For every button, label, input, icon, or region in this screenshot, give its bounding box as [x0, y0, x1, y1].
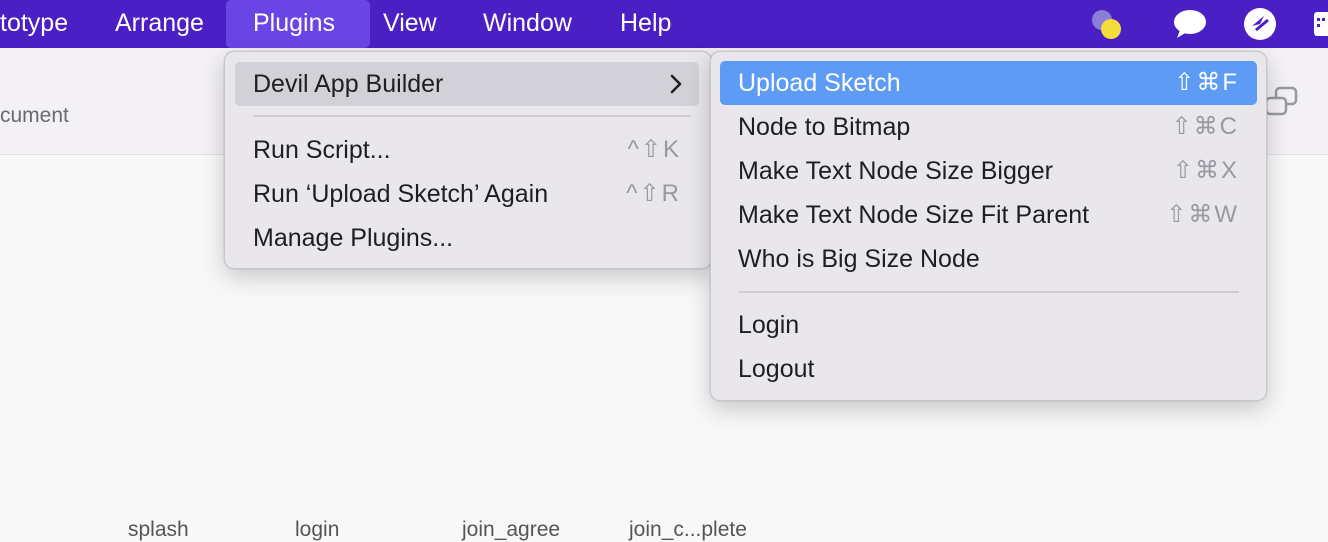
menu-item-label: Upload Sketch [738, 69, 901, 97]
menu-item-devil-app-builder[interactable]: Devil App Builder [235, 62, 699, 106]
menu-item-label: Make Text Node Size Fit Parent [738, 201, 1090, 229]
menu-view[interactable]: View [383, 0, 437, 48]
menu-item-label: Make Text Node Size Bigger [738, 157, 1053, 185]
shape-icon[interactable] [1262, 84, 1302, 120]
chat-bubble-icon[interactable] [1172, 8, 1208, 40]
menu-item-run-script[interactable]: Run Script... ^⇧K [235, 128, 699, 172]
artboard-label-splash[interactable]: splash [128, 518, 189, 542]
menu-arrange[interactable]: Arrange [115, 0, 204, 48]
menu-plugins[interactable]: Plugins [226, 0, 370, 48]
artboard-label-join-complete[interactable]: join_c...plete [629, 518, 747, 542]
menu-item-shortcut: ^⇧R [626, 180, 681, 207]
menu-item-shortcut: ⇧⌘W [1166, 201, 1239, 228]
menu-item-manage-plugins[interactable]: Manage Plugins... [235, 216, 699, 260]
chevron-right-icon [669, 62, 683, 119]
menu-item-node-to-bitmap[interactable]: Node to Bitmap ⇧⌘C [720, 105, 1257, 149]
menu-item-login[interactable]: Login [720, 303, 1257, 347]
menu-window[interactable]: Window [483, 0, 572, 48]
plugins-menu: Devil App Builder Run Script... ^⇧K Run … [224, 51, 712, 269]
menu-item-upload-sketch[interactable]: Upload Sketch ⇧⌘F [720, 61, 1257, 105]
menu-item-label: Logout [738, 355, 815, 383]
menu-item-text-size-bigger[interactable]: Make Text Node Size Bigger ⇧⌘X [720, 149, 1257, 193]
menu-item-label: Login [738, 311, 800, 339]
menu-item-run-again[interactable]: Run ‘Upload Sketch’ Again ^⇧R [235, 172, 699, 216]
menu-item-shortcut: ⇧⌘F [1174, 69, 1239, 96]
menu-item-label: Run Script... [253, 136, 391, 164]
menu-item-label: Manage Plugins... [253, 224, 454, 252]
devil-app-builder-submenu: Upload Sketch ⇧⌘F Node to Bitmap ⇧⌘C Mak… [710, 51, 1267, 401]
menu-item-logout[interactable]: Logout [720, 347, 1257, 391]
menu-item-who-is-big-size-node[interactable]: Who is Big Size Node [720, 237, 1257, 281]
menu-prototype[interactable]: totype [0, 0, 68, 48]
artboard-label-login[interactable]: login [295, 518, 339, 542]
menu-item-shortcut: ⇧⌘X [1172, 157, 1239, 184]
menu-separator [253, 115, 691, 117]
menu-item-label: Run ‘Upload Sketch’ Again [253, 180, 549, 208]
menu-item-label: Node to Bitmap [738, 113, 911, 141]
document-label: cument [0, 104, 69, 127]
menu-item-shortcut: ^⇧K [627, 136, 681, 163]
menu-item-label: Devil App Builder [253, 70, 444, 98]
menu-item-shortcut: ⇧⌘C [1171, 113, 1239, 140]
compass-icon[interactable] [1242, 6, 1278, 42]
menu-item-text-size-fit-parent[interactable]: Make Text Node Size Fit Parent ⇧⌘W [720, 193, 1257, 237]
artboard-label-join-agree[interactable]: join_agree [462, 518, 560, 542]
menu-separator [739, 291, 1239, 293]
circles-icon[interactable] [1088, 7, 1128, 41]
menu-item-label: Who is Big Size Node [738, 245, 980, 273]
menu-help[interactable]: Help [620, 0, 671, 48]
menu-bar: totype Arrange Plugins View Window Help [0, 0, 1328, 48]
calendar-icon[interactable] [1312, 8, 1328, 40]
